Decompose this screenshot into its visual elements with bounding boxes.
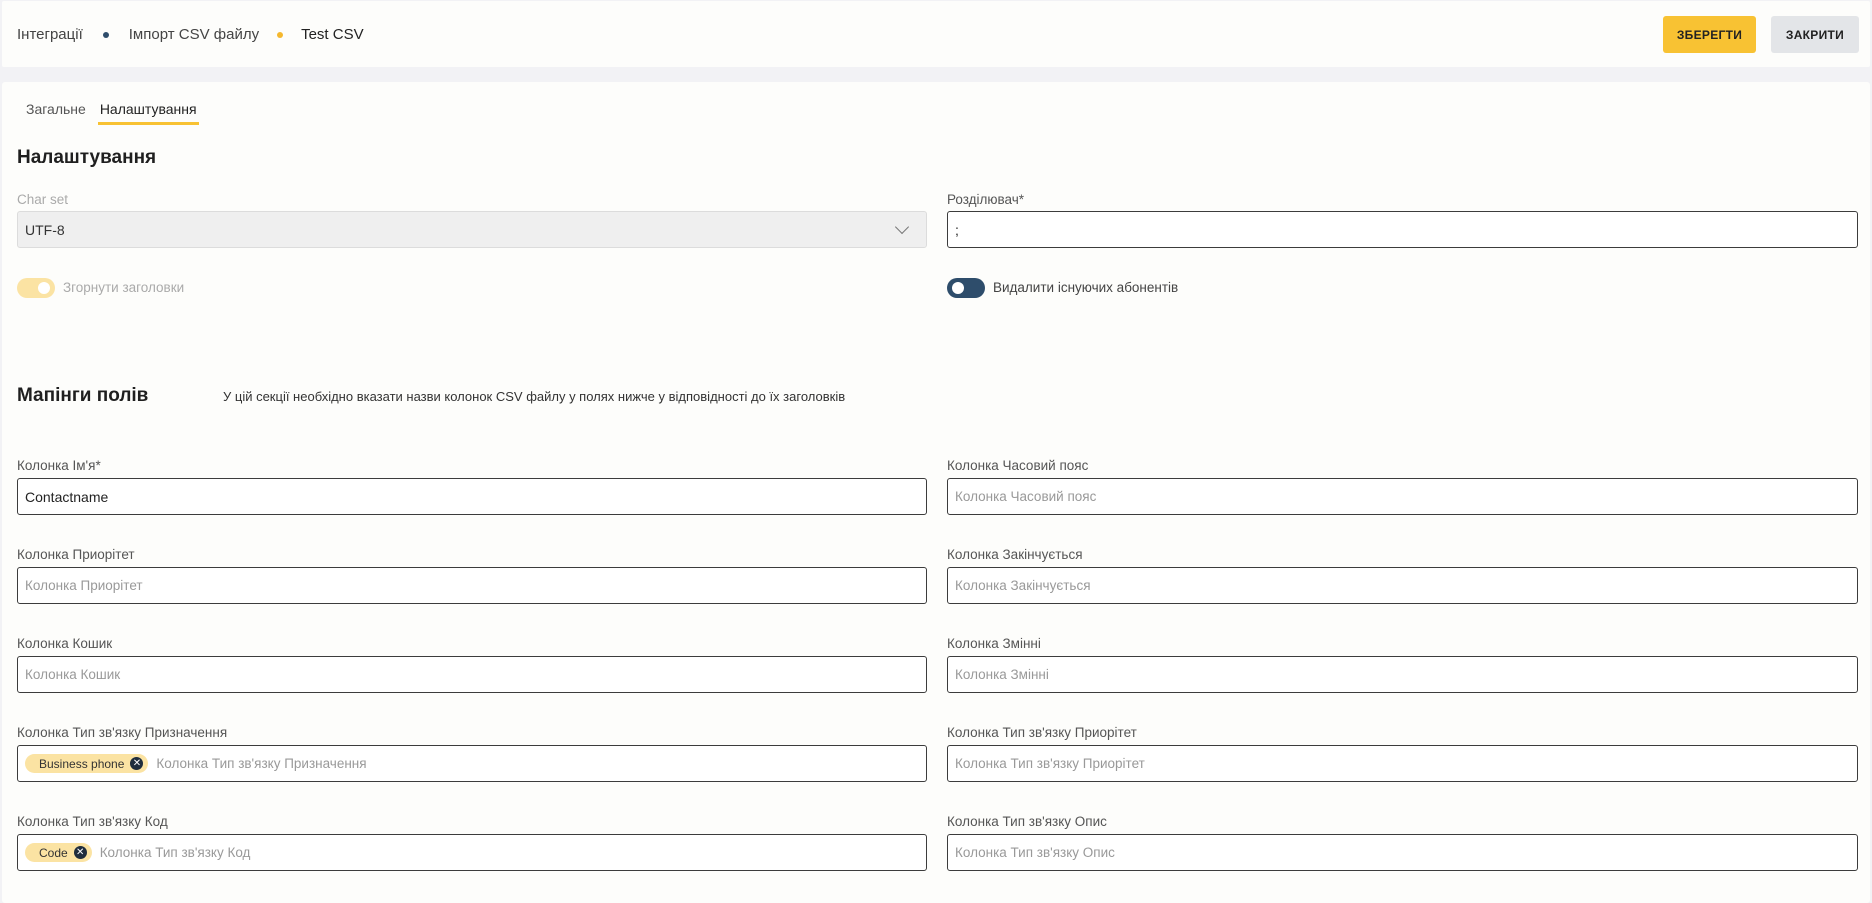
comm-priority-input[interactable]: Колонка Тип зв'язку Приорітет <box>947 745 1858 782</box>
breadcrumb-separator-dot <box>102 31 109 38</box>
timezone-column-input[interactable]: Колонка Часовий пояс <box>947 478 1858 515</box>
comm-destination-placeholder: Колонка Тип зв'язку Призначення <box>156 756 367 771</box>
settings-title: Налаштування <box>17 147 157 168</box>
name-column-label: Колонка Ім'я* <box>17 458 101 473</box>
chevron-down-icon <box>894 219 910 235</box>
close-button[interactable]: ЗАКРИТИ <box>1771 16 1859 53</box>
comm-description-placeholder: Колонка Тип зв'язку Опис <box>955 845 1115 860</box>
charset-select[interactable]: UTF-8 <box>17 211 927 248</box>
delete-subscribers-label: Видалити існуючих абонентів <box>993 280 1179 295</box>
comm-priority-label: Колонка Тип зв'язку Приорітет <box>947 725 1137 740</box>
remove-chip-icon[interactable]: ✕ <box>73 846 87 859</box>
toggle-knob <box>38 282 50 294</box>
breadcrumb-current: Test CSV <box>301 26 364 43</box>
bucket-column-placeholder: Колонка Кошик <box>25 667 121 682</box>
priority-column-placeholder: Колонка Приорітет <box>25 578 143 593</box>
expires-column-placeholder: Колонка Закінчується <box>955 578 1091 593</box>
comm-code-label: Колонка Тип зв'язку Код <box>17 814 168 829</box>
name-column-value: Contactname <box>25 488 109 505</box>
timezone-column-placeholder: Колонка Часовий пояс <box>955 489 1097 504</box>
tab-bar: Загальне Налаштування <box>24 101 209 125</box>
delete-subscribers-toggle[interactable] <box>947 278 985 298</box>
comm-destination-input[interactable]: Business phone ✕ Колонка Тип зв'язку При… <box>17 745 927 782</box>
comm-destination-label: Колонка Тип зв'язку Призначення <box>17 725 228 740</box>
delimiter-input[interactable]: ; <box>947 211 1858 248</box>
priority-column-label: Колонка Приорітет <box>17 547 135 562</box>
breadcrumb-separator-dot <box>277 31 284 38</box>
name-column-input[interactable]: Contactname <box>17 478 927 515</box>
tag-chip: Code ✕ <box>25 843 92 862</box>
tab-settings[interactable]: Налаштування <box>97 101 199 125</box>
comm-priority-placeholder: Колонка Тип зв'язку Приорітет <box>955 756 1145 771</box>
tab-general[interactable]: Загальне <box>24 101 88 125</box>
tag-chip: Business phone ✕ <box>25 754 149 773</box>
timezone-column-label: Колонка Часовий пояс <box>947 458 1089 473</box>
bucket-column-label: Колонка Кошик <box>17 636 113 651</box>
delimiter-value: ; <box>955 221 959 238</box>
tag-chip-label: Code <box>39 845 68 860</box>
comm-description-input[interactable]: Колонка Тип зв'язку Опис <box>947 834 1858 871</box>
mapping-title: Мапінги полів <box>17 385 149 406</box>
collapse-headers-label: Згорнути заголовки <box>63 280 185 295</box>
breadcrumb: Інтеграції Імпорт CSV файлу Test CSV <box>17 26 364 43</box>
tag-chip-label: Business phone <box>39 756 125 771</box>
save-button[interactable]: ЗБЕРЕГТИ <box>1663 16 1756 53</box>
breadcrumb-csv-import[interactable]: Імпорт CSV файлу <box>129 26 259 43</box>
breadcrumb-integrations[interactable]: Інтеграції <box>17 26 83 43</box>
comm-description-label: Колонка Тип зв'язку Опис <box>947 814 1107 829</box>
delimiter-label: Розділювач* <box>947 192 1025 207</box>
charset-value: UTF-8 <box>25 221 65 238</box>
collapse-headers-toggle[interactable] <box>17 278 55 298</box>
variables-column-input[interactable]: Колонка Змінні <box>947 656 1858 693</box>
settings-panel: Загальне Налаштування Налаштування Char … <box>2 82 1870 903</box>
expires-column-input[interactable]: Колонка Закінчується <box>947 567 1858 604</box>
variables-column-label: Колонка Змінні <box>947 636 1041 651</box>
comm-code-input[interactable]: Code ✕ Колонка Тип зв'язку Код <box>17 834 927 871</box>
toggle-knob <box>952 282 964 294</box>
variables-column-placeholder: Колонка Змінні <box>955 667 1049 682</box>
bucket-column-input[interactable]: Колонка Кошик <box>17 656 927 693</box>
expires-column-label: Колонка Закінчується <box>947 547 1083 562</box>
remove-chip-icon[interactable]: ✕ <box>130 757 144 770</box>
top-header: Інтеграції Імпорт CSV файлу Test CSV ЗБЕ… <box>2 1 1870 67</box>
mapping-description: У цій секції необхідно вказати назви кол… <box>223 389 846 404</box>
comm-code-placeholder: Колонка Тип зв'язку Код <box>99 845 251 860</box>
priority-column-input[interactable]: Колонка Приорітет <box>17 567 927 604</box>
charset-label: Char set <box>17 192 69 207</box>
